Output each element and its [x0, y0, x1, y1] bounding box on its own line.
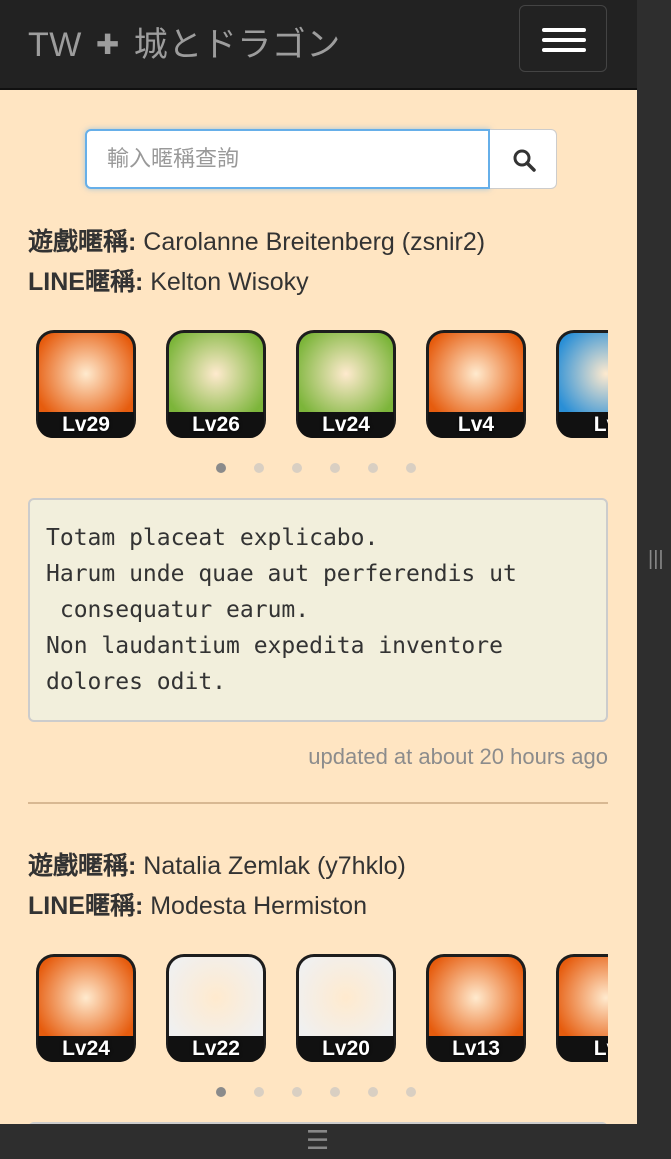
game-nickname-value: Carolanne Breitenberg (zsnir2) — [143, 228, 486, 256]
resize-handle-bottom[interactable]: ☰ — [0, 1124, 671, 1159]
monster-card[interactable]: Lv4 — [418, 322, 536, 450]
line-nickname-label: LINE暱稱: — [28, 892, 144, 920]
carousel-dot[interactable] — [330, 1087, 340, 1097]
carousel-dot[interactable] — [368, 463, 378, 473]
line-nickname-value: Kelton Wisoky — [150, 268, 309, 296]
cross-icon: ✚ — [95, 29, 120, 60]
game-nickname-label: 遊戲暱稱: — [28, 228, 137, 256]
carousel-dot[interactable] — [368, 1087, 378, 1097]
monster-card[interactable]: Lv — [548, 322, 608, 450]
hamburger-icon — [542, 28, 586, 32]
entry-divider — [28, 802, 608, 804]
line-nickname-row: LINE暱稱: Modesta Hermiston — [28, 886, 608, 926]
grip-icon: ☰ — [306, 1125, 330, 1155]
search-icon — [513, 149, 536, 172]
monster-level: Lv24 — [38, 1036, 134, 1062]
monster-level: Lv — [558, 412, 608, 438]
player-entry: 遊戲暱稱: Carolanne Breitenberg (zsnir2) LIN… — [28, 222, 608, 774]
monster-card[interactable]: Lv — [548, 946, 608, 1074]
carousel-dot[interactable] — [406, 1087, 416, 1097]
carousel-indicators — [28, 1082, 608, 1102]
monster-level: Lv — [558, 1036, 608, 1062]
carousel-dot[interactable] — [406, 463, 416, 473]
carousel-dot[interactable] — [292, 463, 302, 473]
resize-handle-right[interactable]: ||| — [637, 0, 671, 1124]
carousel-dot[interactable] — [292, 1087, 302, 1097]
player-entry: 遊戲暱稱: Natalia Zemlak (y7hklo) LINE暱稱: Mo… — [28, 846, 608, 1124]
app-frame: TW ✚ 城とドラゴン 遊戲暱稱: Carolanne Breitenberg … — [0, 0, 637, 1124]
monster-level: Lv13 — [428, 1036, 524, 1062]
monster-level: Lv22 — [168, 1036, 264, 1062]
hamburger-icon — [542, 38, 586, 42]
monster-level: Lv26 — [168, 412, 264, 438]
carousel-indicators — [28, 458, 608, 478]
monster-card[interactable]: Lv24 — [288, 322, 406, 450]
game-nickname-value: Natalia Zemlak (y7hklo) — [143, 852, 406, 880]
line-nickname-label: LINE暱稱: — [28, 268, 144, 296]
player-note: Totam placeat explicabo. Harum unde quae… — [28, 498, 608, 722]
line-nickname-value: Modesta Hermiston — [150, 892, 367, 920]
monster-card[interactable]: Lv22 — [158, 946, 276, 1074]
monster-level: Lv24 — [298, 412, 394, 438]
brand-right: 城とドラゴン — [133, 26, 341, 64]
carousel-dot[interactable] — [254, 1087, 264, 1097]
brand[interactable]: TW ✚ 城とドラゴン — [28, 17, 341, 66]
updated-timestamp: updated at about 20 hours ago — [308, 744, 608, 769]
monster-level: Lv4 — [428, 412, 524, 438]
game-nickname-row: 遊戲暱稱: Carolanne Breitenberg (zsnir2) — [28, 222, 608, 262]
carousel-dot[interactable] — [216, 1087, 226, 1097]
menu-toggle-button[interactable] — [519, 5, 607, 72]
search-form — [85, 129, 557, 189]
brand-left: TW — [28, 26, 82, 64]
monster-card[interactable]: Lv13 — [418, 946, 536, 1074]
monster-card[interactable]: Lv26 — [158, 322, 276, 450]
game-nickname-row: 遊戲暱稱: Natalia Zemlak (y7hklo) — [28, 846, 608, 886]
monster-carousel[interactable]: Lv29 Lv26 Lv24 Lv4 Lv — [28, 322, 608, 450]
monster-card[interactable]: Lv20 — [288, 946, 406, 1074]
carousel-dot[interactable] — [254, 463, 264, 473]
monster-level: Lv20 — [298, 1036, 394, 1062]
carousel-dot[interactable] — [330, 463, 340, 473]
navbar: TW ✚ 城とドラゴン — [0, 0, 637, 90]
monster-level: Lv29 — [38, 412, 134, 438]
line-nickname-row: LINE暱稱: Kelton Wisoky — [28, 262, 608, 302]
monster-card[interactable]: Lv29 — [28, 322, 146, 450]
grip-icon: ||| — [648, 548, 664, 570]
search-button[interactable] — [490, 129, 557, 189]
game-nickname-label: 遊戲暱稱: — [28, 852, 137, 880]
monster-carousel[interactable]: Lv24 Lv22 Lv20 Lv13 Lv — [28, 946, 608, 1074]
monster-card[interactable]: Lv24 — [28, 946, 146, 1074]
carousel-dot[interactable] — [216, 463, 226, 473]
search-input[interactable] — [85, 129, 490, 189]
hamburger-icon — [542, 48, 586, 52]
